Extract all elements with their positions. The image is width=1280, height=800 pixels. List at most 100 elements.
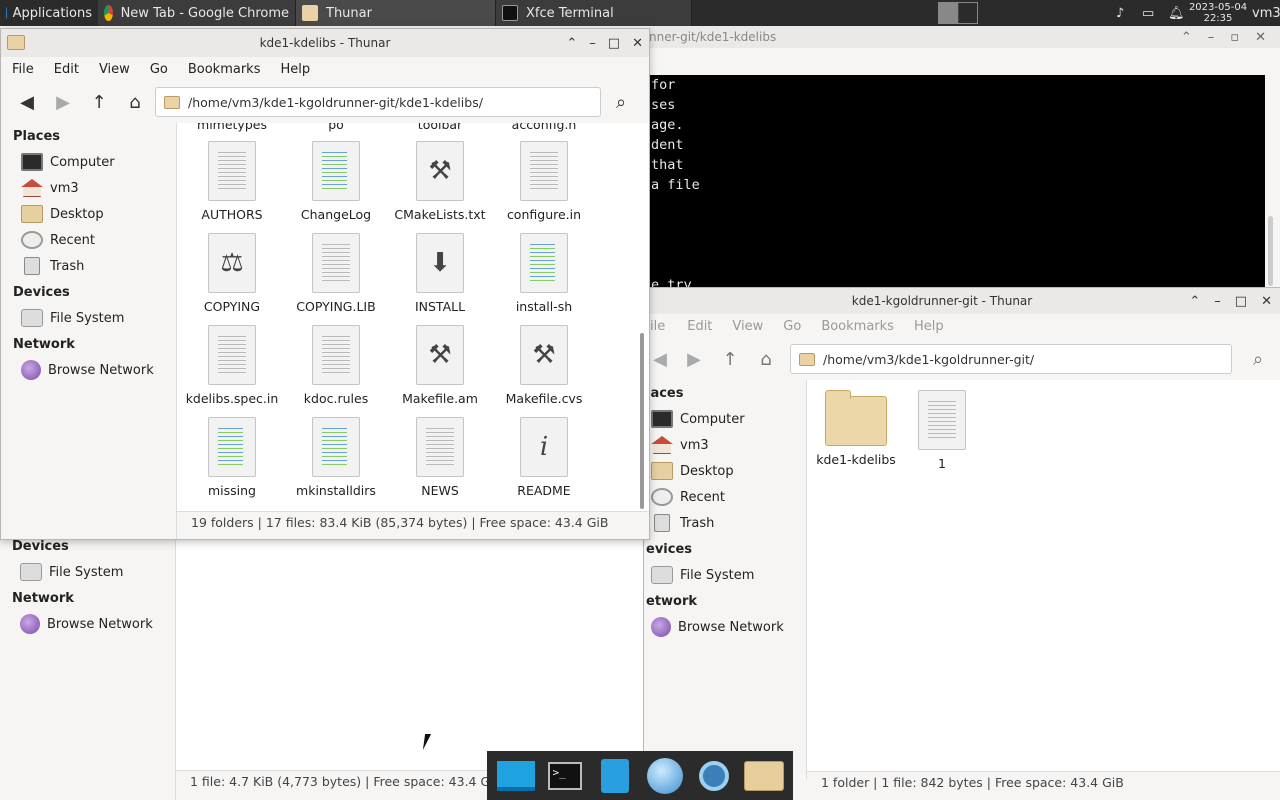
terminal-body[interactable]: for ses age. dent that a file e try [649,75,1265,288]
sidebar-item-browse-network[interactable]: Browse Network [1,357,176,383]
workspace-switcher[interactable] [938,0,980,26]
sidebar-item-computer[interactable]: Computer [644,406,806,432]
home-button[interactable]: ⌂ [748,343,784,375]
location-bar[interactable]: /home/vm3/kde1-kgoldrunner-git/ [790,344,1232,374]
back-left-content[interactable] [176,520,649,770]
file-item[interactable]: ChangeLog [284,141,388,222]
sidebar-item-recent[interactable]: Recent [644,484,806,510]
web-browser-icon[interactable] [645,757,685,795]
sidebar-item-home[interactable]: vm3 [1,175,176,201]
content-scrollbar[interactable] [640,333,644,509]
file-item[interactable]: NEWS [388,417,492,498]
drive-icon [20,563,42,581]
maximize-button[interactable]: □ [608,36,620,51]
sidebar-item-computer[interactable]: Computer [1,149,176,175]
sidebar-item-file-system[interactable]: File System [0,559,175,585]
minimize-button[interactable]: – [1208,30,1215,45]
search-icon[interactable]: ⌕ [603,86,639,118]
battery-icon[interactable]: ▭ [1136,0,1162,26]
shade-button[interactable]: ⌃ [1189,294,1200,309]
volume-icon[interactable]: ♪ [1110,0,1136,26]
file-item[interactable]: toolbar [388,123,492,132]
file-item[interactable]: ⬇ INSTALL [388,233,492,314]
file-item[interactable]: install-sh [492,233,596,314]
app-finder-icon[interactable] [694,757,734,795]
file-item[interactable]: ⚒ CMakeLists.txt [388,141,492,222]
file-item[interactable]: kdoc.rules [284,325,388,406]
home-folder-icon[interactable] [744,757,785,795]
menu-file[interactable]: ile [646,319,677,334]
file-item[interactable]: ⚒ Makefile.am [388,325,492,406]
file-item[interactable]: acconfig.h [492,123,596,132]
up-button[interactable]: ↑ [712,343,748,375]
up-button[interactable]: ↑ [81,86,117,118]
menu-view[interactable]: View [722,319,773,334]
maximize-button[interactable]: □ [1235,294,1247,309]
close-button[interactable]: ✕ [1261,294,1272,309]
file-item[interactable]: AUTHORS [180,141,284,222]
menu-go[interactable]: Go [773,319,811,334]
task-thunar[interactable]: Thunar [296,0,496,26]
sidebar-item-trash[interactable]: Trash [1,253,176,279]
back-button[interactable]: ◀ [9,86,45,118]
file-item[interactable]: mimetypes [180,123,284,132]
network-icon [20,614,40,634]
file-item[interactable]: COPYING.LIB [284,233,388,314]
workspace-2[interactable] [958,3,977,23]
forward-button[interactable]: ▶ [45,86,81,118]
user-menu[interactable]: vm3 [1250,0,1280,26]
terminal-icon[interactable]: >_ [545,757,585,795]
minimize-icon[interactable]: ⌃ [1181,30,1192,45]
front-content[interactable]: mimetypes po toolbar acconfig.h AUTHORS Chan… [177,123,649,511]
file-item[interactable]: configure.in [492,141,596,222]
show-desktop-icon[interactable] [496,757,536,795]
forward-button[interactable]: ▶ [676,343,712,375]
file-item[interactable]: po [284,123,388,132]
right-content[interactable]: kde1-kdelibs 1 [807,380,1280,771]
file-manager-icon[interactable] [595,757,635,795]
home-button[interactable]: ⌂ [117,86,153,118]
menu-bookmarks[interactable]: Bookmarks [178,62,271,77]
minimize-button[interactable]: – [1214,294,1221,309]
maximize-button[interactable]: ▫ [1230,30,1239,45]
menu-help[interactable]: Help [904,319,954,334]
terminal-scrollbar[interactable] [1268,216,1273,286]
task-terminal[interactable]: Xfce Terminal [496,0,692,26]
sidebar-item-file-system[interactable]: File System [1,305,176,331]
file-item[interactable]: ⚒ Makefile.cvs [492,325,596,406]
menu-bookmarks[interactable]: Bookmarks [811,319,904,334]
front-statusbar: 19 folders | 17 files: 83.4 KiB (85,374 … [177,511,649,533]
location-bar[interactable]: /home/vm3/kde1-kgoldrunner-git/kde1-kdel… [155,87,601,117]
menu-view[interactable]: View [89,62,140,77]
sidebar-item-browse-network[interactable]: Browse Network [0,611,175,637]
sidebar-item-trash[interactable]: Trash [644,510,806,536]
file-item[interactable]: 1 [890,390,994,471]
search-icon[interactable]: ⌕ [1240,343,1276,375]
minimize-button[interactable]: – [589,36,596,51]
menu-edit[interactable]: Edit [677,319,722,334]
sidebar-item-desktop[interactable]: Desktop [644,458,806,484]
menu-help[interactable]: Help [270,62,320,77]
notification-bell-icon[interactable]: 🔔︎ [1162,0,1186,26]
clock[interactable]: 2023-05-04 22:35 [1186,0,1250,26]
sidebar-item-recent[interactable]: Recent [1,227,176,253]
status-text: 1 folder | 1 file: 842 bytes | Free spac… [821,775,1124,790]
shade-button[interactable]: ⌃ [566,36,577,51]
file-item[interactable]: missing [180,417,284,498]
file-item[interactable]: mkinstalldirs [284,417,388,498]
close-button[interactable]: ✕ [632,36,643,51]
menu-file[interactable]: File [2,62,44,77]
sidebar-item-file-system[interactable]: File System [644,562,806,588]
menu-go[interactable]: Go [140,62,178,77]
workspace-1[interactable] [939,3,959,23]
sidebar-item-browse-network[interactable]: Browse Network [644,614,806,640]
applications-menu-button[interactable]: Applications [0,0,98,26]
file-item[interactable]: kdelibs.spec.in [180,325,284,406]
task-chrome[interactable]: New Tab - Google Chrome [98,0,296,26]
close-button[interactable]: ✕ [1255,30,1266,45]
menu-edit[interactable]: Edit [44,62,89,77]
file-item[interactable]: ⚖ COPYING [180,233,284,314]
file-item[interactable]: i README [492,417,596,498]
sidebar-item-desktop[interactable]: Desktop [1,201,176,227]
sidebar-item-home[interactable]: vm3 [644,432,806,458]
